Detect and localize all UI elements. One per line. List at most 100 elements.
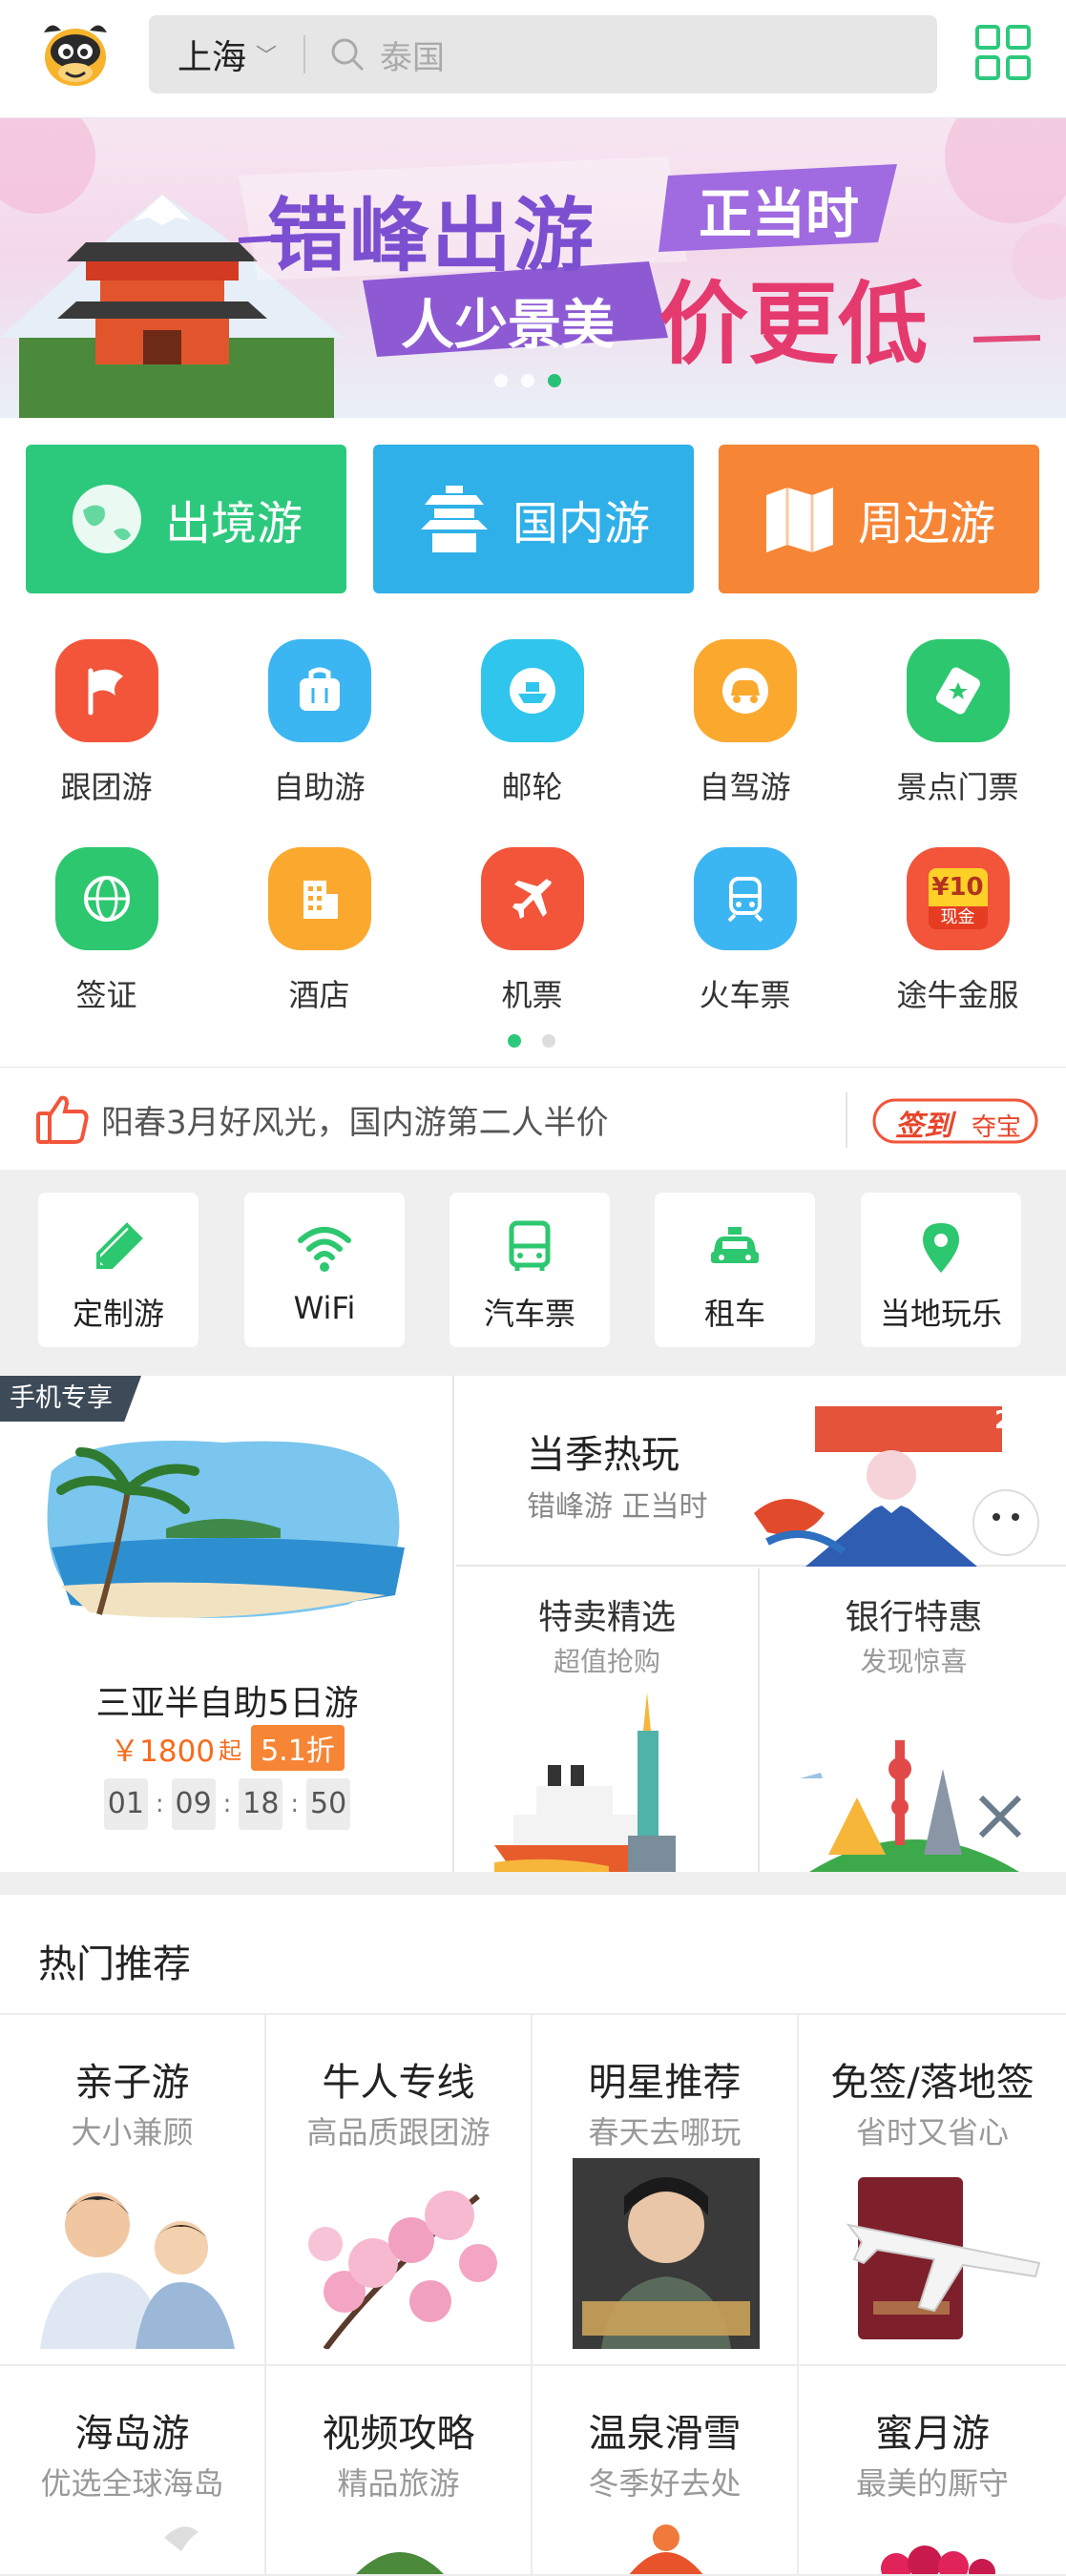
search-icon (331, 38, 365, 72)
deal-price: ￥1800 (110, 1734, 216, 1769)
category-finance[interactable]: ¥10 现金 途牛金服 (851, 841, 1064, 1032)
category-label: 跟团游 (60, 769, 153, 805)
deal-title: 三亚半自助5日游 (95, 1684, 359, 1723)
outbound-travel-label: 出境游 (164, 497, 303, 551)
grid-dot-active[interactable] (508, 1034, 521, 1048)
hot-item-title: 视频攻略 (322, 2412, 475, 2456)
train-icon (693, 847, 797, 950)
tuniu-logo-icon[interactable] (34, 13, 116, 95)
category-self-drive[interactable]: 自驾游 (638, 634, 851, 824)
category-cruise[interactable]: 邮轮 (426, 634, 638, 824)
service-label: 汽车票 (483, 1296, 575, 1332)
service-local-fun[interactable]: 当地玩乐 (861, 1193, 1021, 1347)
category-group-tour[interactable]: 跟团游 (0, 634, 213, 824)
outbound-travel-button[interactable]: 出境游 (26, 445, 346, 593)
hot-item-family[interactable]: 亲子游 大小兼顾 (0, 2015, 266, 2366)
service-label: WiFi (293, 1290, 356, 1326)
hot-item-subtitle: 最美的厮守 (855, 2465, 1009, 2502)
banner-price-line: 价更低 (658, 273, 929, 377)
grid-pagination (508, 1034, 555, 1048)
service-label: 定制游 (72, 1296, 164, 1332)
seasonal-title: 当季热玩 (527, 1433, 679, 1477)
thumbs-up-icon (36, 1095, 89, 1144)
sign-in-treasure-logo[interactable]: 签到 夺宝 (872, 1096, 1038, 1146)
bank-offer-subtitle: 发现惊喜 (860, 1646, 968, 1677)
app-header: 上海 ﹀ 泰国 (0, 0, 1066, 118)
promo-banner[interactable]: 错峰出游 正当时 人少景美 价更低 (0, 118, 1066, 418)
bank-offer-card[interactable]: 银行特惠 发现惊喜 (762, 1568, 1066, 1872)
category-visa[interactable]: 签证 (0, 841, 213, 1032)
service-label: 租车 (703, 1296, 765, 1332)
category-label: 邮轮 (501, 769, 563, 805)
hot-item-video-guide[interactable]: 视频攻略 精品旅游 (266, 2366, 533, 2576)
banner-subline: 人少景美 (401, 295, 615, 357)
search-input[interactable]: 泰国 (380, 31, 445, 78)
countdown-days: 01 (103, 1778, 148, 1830)
countdown-separator: : (155, 1790, 164, 1818)
flag-icon (54, 639, 158, 742)
map-icon (765, 488, 833, 552)
search-bar[interactable]: 上海 ﹀ 泰国 (149, 15, 937, 93)
divider (846, 1092, 847, 1148)
hot-recommend-grid: 亲子游 大小兼顾 牛人专线 高品质跟团游 明星推荐 春天去哪玩 免签/落地签 省… (0, 2015, 1066, 2576)
hot-item-title: 海岛游 (74, 2412, 190, 2456)
category-attraction-tickets[interactable]: 景点门票 (851, 634, 1064, 824)
countdown-minutes: 18 (239, 1778, 283, 1830)
hot-item-subtitle: 冬季好去处 (588, 2465, 742, 2502)
city-selector[interactable]: 上海 ﹀ (178, 30, 277, 79)
ticket-icon (906, 639, 1010, 742)
hot-recommend-header: 热门推荐 (0, 1895, 1066, 2015)
hot-item-subtitle: 春天去哪玩 (588, 2114, 742, 2150)
countdown-seconds: 50 (306, 1778, 351, 1830)
cash-label: 现金 (928, 906, 988, 929)
hotel-icon (267, 847, 371, 950)
hot-item-hotspring-ski[interactable]: 温泉滑雪 冬季好去处 (533, 2366, 799, 2576)
category-train-tickets[interactable]: 火车票 (638, 841, 851, 1032)
discount-badge: 5.1折 (251, 1725, 345, 1771)
nearby-travel-button[interactable]: 周边游 (719, 445, 1039, 593)
flash-sale-card[interactable]: 特卖精选 超值抢购 (456, 1568, 760, 1872)
service-strip: 定制游 WiFi 汽车票 租车 当地玩乐 (0, 1170, 1066, 1376)
globe-icon (72, 485, 141, 553)
service-car-rental[interactable]: 租车 (655, 1193, 815, 1347)
service-custom-tour[interactable]: 定制游 (38, 1193, 199, 1347)
cash-icon: ¥10 现金 (906, 847, 1010, 950)
grid-menu-icon[interactable] (973, 23, 1033, 82)
seasonal-hot-card[interactable]: 当季热玩 错峰游 正当时 2016 (456, 1376, 1066, 1567)
bag-icon (267, 639, 371, 742)
service-wifi[interactable]: WiFi (244, 1193, 405, 1347)
domestic-travel-button[interactable]: 国内游 (373, 445, 694, 593)
wifi-icon (298, 1227, 351, 1272)
grid-dot[interactable] (542, 1034, 555, 1048)
hot-item-subtitle: 精品旅游 (337, 2465, 460, 2502)
deal-price-row: ￥1800 起 5.1折 (0, 1725, 454, 1771)
banner-dot[interactable] (521, 374, 534, 387)
hot-item-honeymoon[interactable]: 蜜月游 最美的厮守 (799, 2366, 1066, 2576)
hot-item-subtitle: 高品质跟团游 (306, 2114, 491, 2150)
roses-photo (881, 2545, 995, 2574)
hot-item-island[interactable]: 海岛游 优选全球海岛 (0, 2366, 266, 2576)
hot-item-star-pick[interactable]: 明星推荐 春天去哪玩 (533, 2015, 799, 2366)
hot-item-title: 温泉滑雪 (588, 2412, 742, 2456)
hot-recommend-title: 热门推荐 (38, 1942, 191, 1986)
category-hotel[interactable]: 酒店 (213, 841, 426, 1032)
promo-section: 手机专享 三亚半自助5日游 ￥1800 起 5.1折 01 : 09 : 18 … (0, 1376, 1066, 1872)
sanya-deal-card[interactable]: 手机专享 三亚半自助5日游 ￥1800 起 5.1折 01 : 09 : 18 … (0, 1376, 454, 1872)
location-icon (923, 1223, 959, 1273)
hot-item-visa-free[interactable]: 免签/落地签 省时又省心 (799, 2015, 1066, 2366)
section-gap (0, 1872, 1066, 1895)
banner-dot[interactable] (494, 374, 508, 387)
banner-headline: 错峰出游 (267, 189, 596, 282)
hot-item-title: 明星推荐 (588, 2061, 742, 2105)
countdown-timer: 01 : 09 : 18 : 50 (0, 1778, 454, 1830)
service-bus-ticket[interactable]: 汽车票 (449, 1193, 610, 1347)
notice-text: 阳春3月好风光，国内游第二人半价 (101, 1104, 609, 1142)
hot-item-premium-line[interactable]: 牛人专线 高品质跟团游 (266, 2015, 533, 2366)
category-label: 机票 (501, 977, 563, 1013)
category-flights[interactable]: 机票 (426, 841, 638, 1032)
category-self-guided[interactable]: 自助游 (213, 634, 426, 824)
notice-bar[interactable]: 阳春3月好风光，国内游第二人半价 签到 夺宝 (0, 1067, 1066, 1170)
category-label: 火车票 (699, 977, 791, 1013)
cherry-blossom-photo (308, 2191, 497, 2349)
banner-dot-active[interactable] (548, 374, 561, 387)
